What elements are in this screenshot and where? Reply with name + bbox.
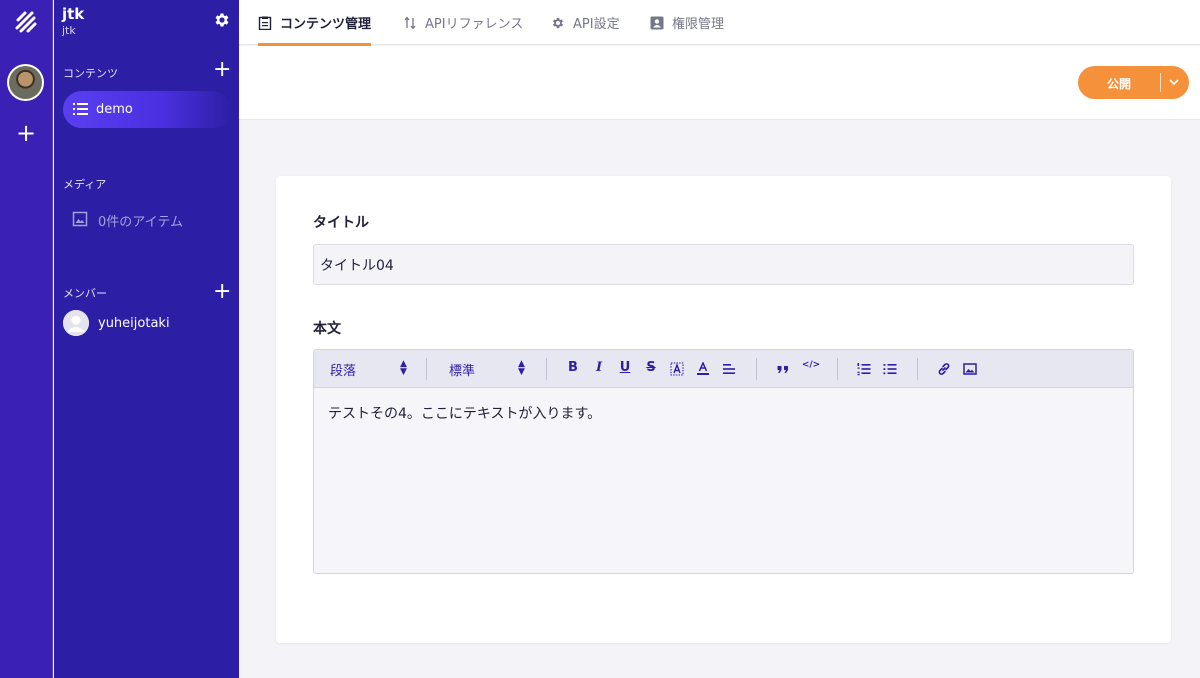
image-icon xyxy=(72,211,88,227)
microcms-logo-icon[interactable] xyxy=(12,8,40,36)
tab-permissions[interactable]: 権限管理 xyxy=(650,0,724,45)
add-member-button[interactable]: + xyxy=(213,281,231,303)
block-format-select[interactable]: 段落 ▲ ▼ xyxy=(330,359,410,380)
strikethrough-button[interactable]: S xyxy=(643,360,659,378)
body-field-label: 本文 xyxy=(313,321,341,337)
add-content-button[interactable]: + xyxy=(213,59,231,81)
toolbar-divider xyxy=(917,358,918,380)
publish-divider xyxy=(1160,73,1161,92)
blockquote-button[interactable] xyxy=(775,360,791,378)
align-button[interactable] xyxy=(721,360,737,378)
toolbar-divider xyxy=(426,358,427,380)
list-icon xyxy=(73,103,88,115)
editor-body-text[interactable]: テストその4。ここにテキストが入ります。 xyxy=(328,403,601,423)
bold-button[interactable]: B xyxy=(565,360,581,378)
tab-api-reference[interactable]: APIリファレンス xyxy=(403,0,523,45)
service-id: jtk xyxy=(62,24,76,37)
tab-label: 権限管理 xyxy=(672,17,725,32)
chevron-down-icon[interactable] xyxy=(1167,75,1181,89)
font-size-value: 標準 xyxy=(449,364,476,379)
content-form-card: タイトル 本文 段落 ▲▼ 標準 ▲▼ B I U S xyxy=(276,176,1171,643)
add-service-button[interactable]: + xyxy=(14,121,38,145)
title-input[interactable] xyxy=(313,244,1134,285)
font-size-select[interactable]: 標準 ▲ ▼ xyxy=(449,359,529,380)
editor-toolbar: 段落 ▲ ▼ 標準 ▲ ▼ B I U S </> xyxy=(314,350,1133,388)
text-color-button[interactable] xyxy=(695,360,711,378)
title-field-label: タイトル xyxy=(313,215,369,231)
ordered-list-button[interactable] xyxy=(856,360,872,378)
gear-icon[interactable] xyxy=(213,11,231,29)
toolbar-divider xyxy=(756,358,757,380)
members-section-title: メンバー xyxy=(63,287,107,300)
link-button[interactable] xyxy=(936,360,952,378)
image-icon xyxy=(963,363,977,375)
italic-button[interactable]: I xyxy=(591,360,607,378)
clipboard-icon xyxy=(258,16,272,30)
align-left-icon xyxy=(723,364,735,374)
service-avatar[interactable] xyxy=(7,64,44,101)
select-arrows-icon: ▲ ▼ xyxy=(400,359,407,377)
swap-vert-icon xyxy=(404,15,416,30)
publish-label: 公開 xyxy=(1106,77,1131,91)
rich-text-editor[interactable]: 段落 ▲ ▼ 標準 ▲ ▼ B I U S </> テストその4。ここにテキスト… xyxy=(313,349,1134,574)
gear-icon xyxy=(552,17,564,28)
bullet-list-button[interactable] xyxy=(882,360,898,378)
ordered-list-icon xyxy=(857,363,871,376)
block-format-value: 段落 xyxy=(330,364,357,379)
app-rail: + xyxy=(0,0,53,678)
member-name: yuheijotaki xyxy=(98,316,170,331)
quote-icon xyxy=(777,366,788,373)
underline-button[interactable]: U xyxy=(617,360,633,378)
contents-section-title: コンテンツ xyxy=(63,67,118,80)
user-avatar-icon xyxy=(63,310,89,336)
sidebar-item-demo[interactable]: demo xyxy=(63,91,231,128)
account-box-icon xyxy=(650,16,664,29)
tab-content-management[interactable]: コンテンツ管理 xyxy=(258,0,372,46)
service-name: jtk xyxy=(62,5,85,23)
toolbar-divider xyxy=(837,358,838,380)
bullet-list-icon xyxy=(883,364,897,375)
insert-image-button[interactable] xyxy=(962,360,978,378)
select-arrows-icon: ▲ ▼ xyxy=(518,359,525,377)
tab-label: コンテンツ管理 xyxy=(280,17,372,32)
top-nav: コンテンツ管理 APIリファレンス API設定 権限管理 xyxy=(239,0,1200,46)
sidebar-item-label: demo xyxy=(96,102,133,117)
sidebar-item-member[interactable]: yuheijotaki xyxy=(63,310,231,336)
highlight-icon xyxy=(670,362,684,376)
toolbar-divider xyxy=(546,358,547,380)
sidebar-item-label: 0件のアイテム xyxy=(98,215,183,230)
tab-api-settings[interactable]: API設定 xyxy=(551,0,620,45)
highlight-button[interactable] xyxy=(669,360,685,378)
tab-label: API設定 xyxy=(573,17,620,32)
text-color-icon xyxy=(697,361,709,375)
link-icon xyxy=(938,363,950,375)
code-button[interactable]: </> xyxy=(801,360,821,378)
publish-button[interactable]: 公開 xyxy=(1078,66,1189,99)
tab-label: APIリファレンス xyxy=(425,17,524,32)
action-bar: 公開 xyxy=(239,46,1200,120)
sidebar: jtk jtk コンテンツ + demo メディア 0件のアイテム メンバー +… xyxy=(54,0,239,678)
media-section-title: メディア xyxy=(63,178,107,191)
